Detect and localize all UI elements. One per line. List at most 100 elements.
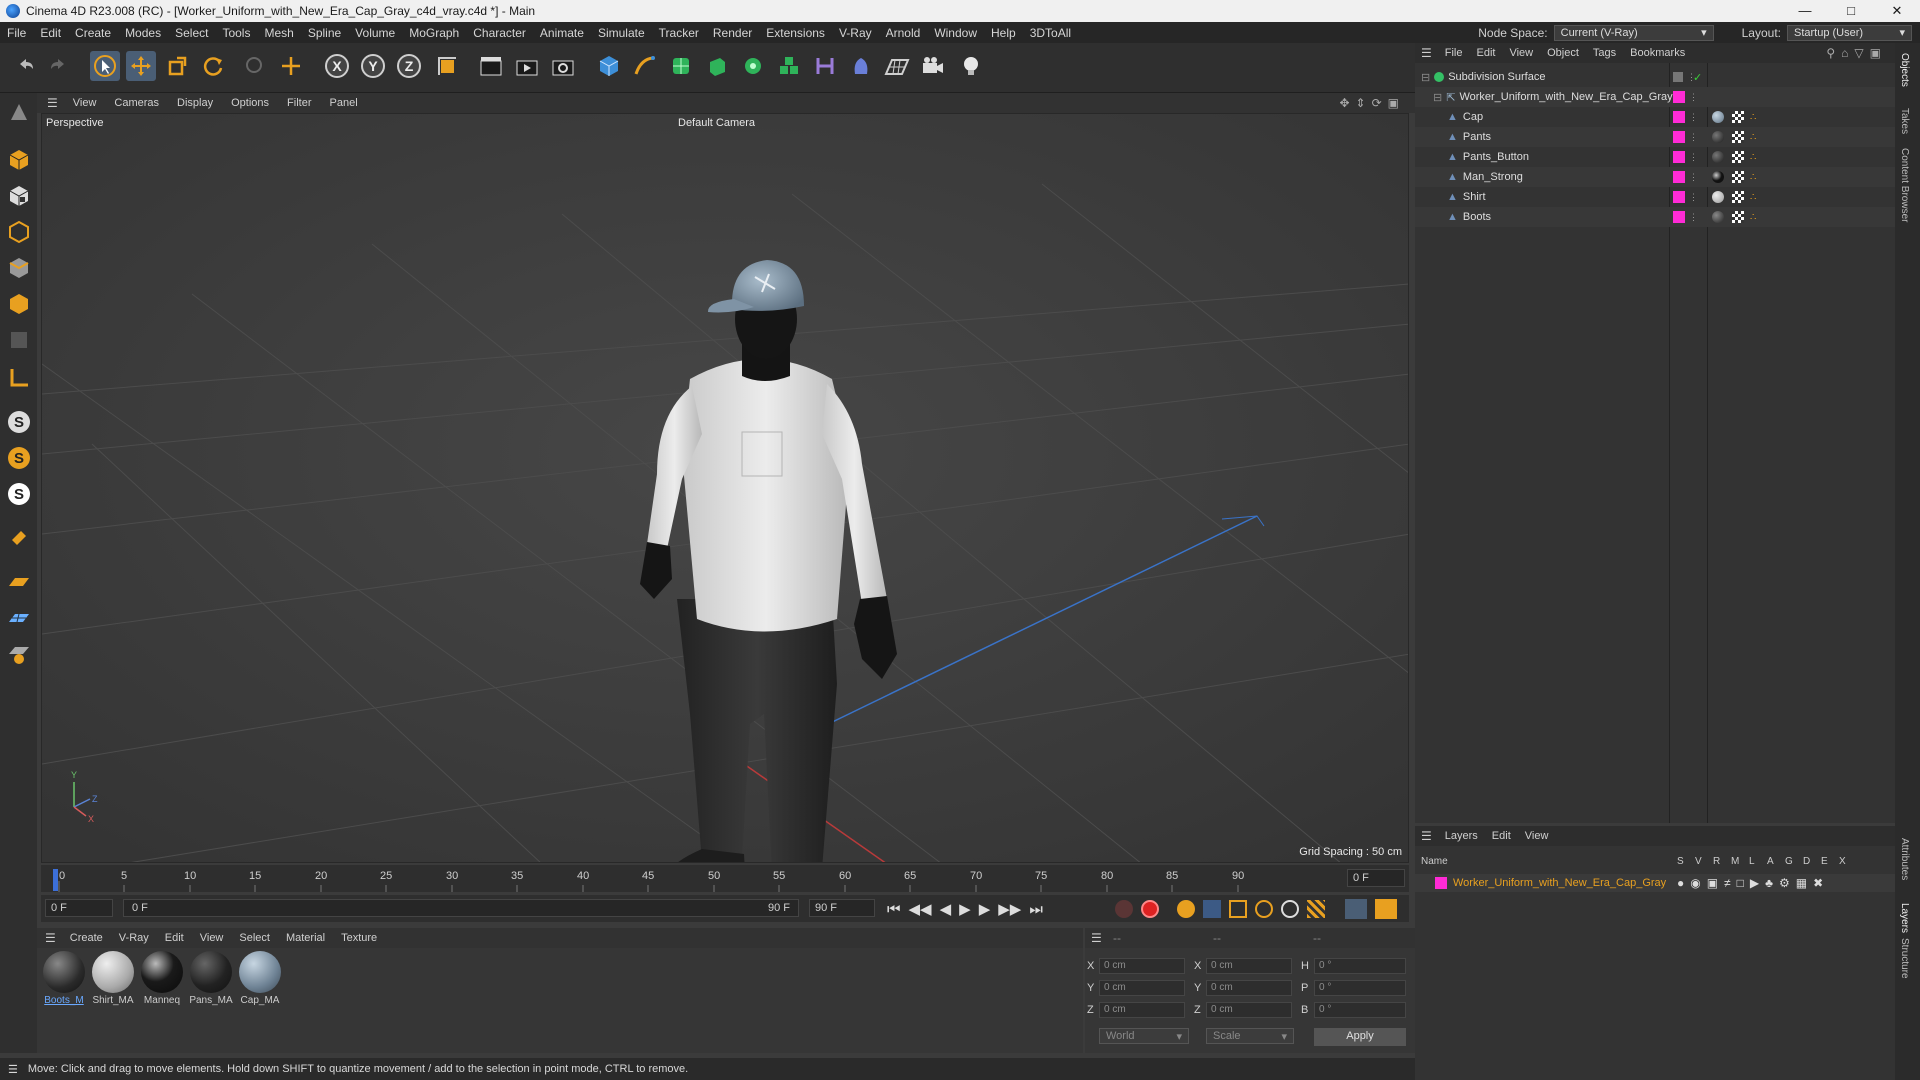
hamburger-icon[interactable]: ☰ (1415, 829, 1438, 843)
layer-toggle-icons[interactable]: ●◉▣≠□▶♣⚙▦✖ (1677, 876, 1829, 890)
workplane-snap-button[interactable]: S (4, 479, 34, 509)
hamburger-icon[interactable]: ☰ (0, 1063, 28, 1076)
visibility-dots-icon[interactable]: ⋮ (1689, 172, 1698, 183)
uvw-tag-icon[interactable] (1732, 151, 1744, 163)
rotate-tool-button[interactable] (198, 51, 228, 81)
render-settings-button[interactable] (548, 51, 578, 81)
model-mode-button[interactable] (4, 145, 34, 175)
pos-y-field[interactable]: 0 cm (1099, 980, 1185, 996)
undo-button[interactable] (10, 51, 40, 81)
vray-tag-icon[interactable]: ∴ (1750, 132, 1756, 143)
layer-menu-layers[interactable]: Layers (1438, 830, 1485, 842)
material-tag-icon[interactable] (1712, 151, 1724, 163)
layer-color-tag[interactable] (1673, 211, 1685, 223)
uvw-tag-icon[interactable] (1732, 131, 1744, 143)
cloner-button[interactable] (738, 51, 768, 81)
collapse-icon[interactable]: ⊟ (1433, 91, 1442, 104)
record-active-icon[interactable] (1115, 900, 1133, 918)
material-tag-icon[interactable] (1712, 131, 1724, 143)
object-menu-edit[interactable]: Edit (1470, 47, 1503, 59)
visibility-dots-icon[interactable]: ⋮ (1689, 192, 1698, 203)
menu-mograph[interactable]: MoGraph (402, 26, 466, 40)
menu-vray[interactable]: V-Ray (832, 26, 879, 40)
rot-b-field[interactable]: 0 ° (1314, 1002, 1406, 1018)
layer-color-swatch[interactable] (1435, 877, 1447, 889)
timeline-ruler[interactable]: 0 5 10 15 20 25 30 35 40 45 50 55 60 65 … (41, 865, 1409, 892)
material-swatch[interactable]: Shirt_MA (90, 951, 136, 1006)
uvw-tag-icon[interactable] (1732, 211, 1744, 223)
autokey-icon[interactable] (1141, 900, 1159, 918)
tab-takes[interactable]: Takes (1899, 108, 1910, 134)
vray-tag-icon[interactable]: ∴ (1750, 172, 1756, 183)
layer-menu-edit[interactable]: Edit (1485, 830, 1518, 842)
material-menu-texture[interactable]: Texture (333, 932, 385, 944)
deformer-button[interactable] (846, 51, 876, 81)
uvw-tag-icon[interactable] (1732, 171, 1744, 183)
coord-space-dropdown[interactable]: World ▾ (1099, 1028, 1189, 1044)
visibility-dots-icon[interactable]: ⋮ (1689, 212, 1698, 223)
search-filter-icons[interactable]: ⚲⌂▽▣ (1826, 46, 1895, 60)
viewport-menu-cameras[interactable]: Cameras (105, 97, 168, 109)
visibility-dots-icon[interactable]: ⋮ (1689, 112, 1698, 123)
material-tag-icon[interactable] (1712, 211, 1724, 223)
redo-button[interactable] (44, 51, 74, 81)
go-to-prev-key-icon[interactable]: ◀◀ (909, 900, 932, 918)
layer-color-tag[interactable] (1673, 131, 1685, 143)
go-to-end-icon[interactable]: ⏭ (1029, 901, 1043, 918)
menu-help[interactable]: Help (984, 26, 1023, 40)
object-row[interactable]: ⊟ Subdivision Surface ⋮ ✓ (1415, 67, 1895, 87)
keyframe-selection-icon[interactable] (1177, 900, 1195, 918)
menu-animate[interactable]: Animate (533, 26, 591, 40)
menu-arnold[interactable]: Arnold (879, 26, 928, 40)
material-menu-vray[interactable]: V-Ray (111, 932, 157, 944)
play-icon[interactable]: ▶ (959, 900, 971, 918)
point-mode-button[interactable] (4, 217, 34, 247)
viewport-menu-filter[interactable]: Filter (278, 97, 320, 109)
start-frame-field[interactable]: 0 F (45, 899, 113, 917)
render-view-button[interactable] (476, 51, 506, 81)
menu-extensions[interactable]: Extensions (759, 26, 832, 40)
tweak-mode-button[interactable] (4, 523, 34, 553)
minimize-button[interactable]: — (1782, 3, 1828, 19)
vray-tag-icon[interactable]: ∴ (1750, 152, 1756, 163)
object-menu-bookmarks[interactable]: Bookmarks (1623, 47, 1692, 59)
current-frame-field[interactable]: 0 F (1347, 869, 1405, 887)
viewport-menu-view[interactable]: View (64, 97, 106, 109)
mograph-button[interactable] (774, 51, 804, 81)
y-axis-lock-button[interactable]: Y (358, 51, 388, 81)
visibility-dots-icon[interactable]: ⋮ (1689, 152, 1698, 163)
z-axis-lock-button[interactable]: Z (394, 51, 424, 81)
make-editable-button[interactable] (4, 97, 34, 127)
maximize-button[interactable]: □ (1828, 3, 1874, 19)
timeline-layout-icon[interactable] (1375, 899, 1397, 919)
light-button[interactable] (956, 51, 986, 81)
hamburger-icon[interactable]: ☰ (1091, 931, 1102, 945)
hamburger-icon[interactable]: ☰ (37, 931, 62, 945)
menu-tools[interactable]: Tools (215, 26, 257, 40)
select-tool-button[interactable] (90, 51, 120, 81)
viewport-nav-icons[interactable]: ✥⇕⟳▣ (1339, 96, 1415, 110)
camera-button[interactable] (918, 51, 948, 81)
close-button[interactable]: ✕ (1874, 3, 1920, 19)
material-menu-select[interactable]: Select (231, 932, 278, 944)
material-menu-view[interactable]: View (192, 932, 232, 944)
pen-spline-button[interactable] (630, 51, 660, 81)
menu-create[interactable]: Create (68, 26, 118, 40)
viewport-menu-display[interactable]: Display (168, 97, 222, 109)
object-row[interactable]: ▲ Shirt ⋮ ∴ (1415, 187, 1895, 207)
live-selection-button[interactable] (238, 51, 268, 81)
viewport-menu-panel[interactable]: Panel (321, 97, 367, 109)
menu-tracker[interactable]: Tracker (652, 26, 706, 40)
edge-mode-button[interactable] (4, 253, 34, 283)
tab-content-browser[interactable]: Content Browser (1899, 148, 1910, 222)
collapse-icon[interactable]: ⊟ (1421, 71, 1430, 84)
node-space-dropdown[interactable]: Current (V-Ray) ▾ (1553, 24, 1714, 41)
apply-button[interactable]: Apply (1314, 1028, 1406, 1046)
param-key-icon[interactable] (1281, 900, 1299, 918)
object-row[interactable]: ▲ Cap ⋮ ∴ (1415, 107, 1895, 127)
material-tag-icon[interactable] (1712, 171, 1724, 183)
object-row[interactable]: ▲ Man_Strong ⋮ ∴ (1415, 167, 1895, 187)
next-key-icon[interactable]: ▶▶ (998, 900, 1021, 918)
object-row[interactable]: ▲ Boots ⋮ ∴ (1415, 207, 1895, 227)
viewport-camera-label[interactable]: Default Camera (678, 117, 755, 129)
